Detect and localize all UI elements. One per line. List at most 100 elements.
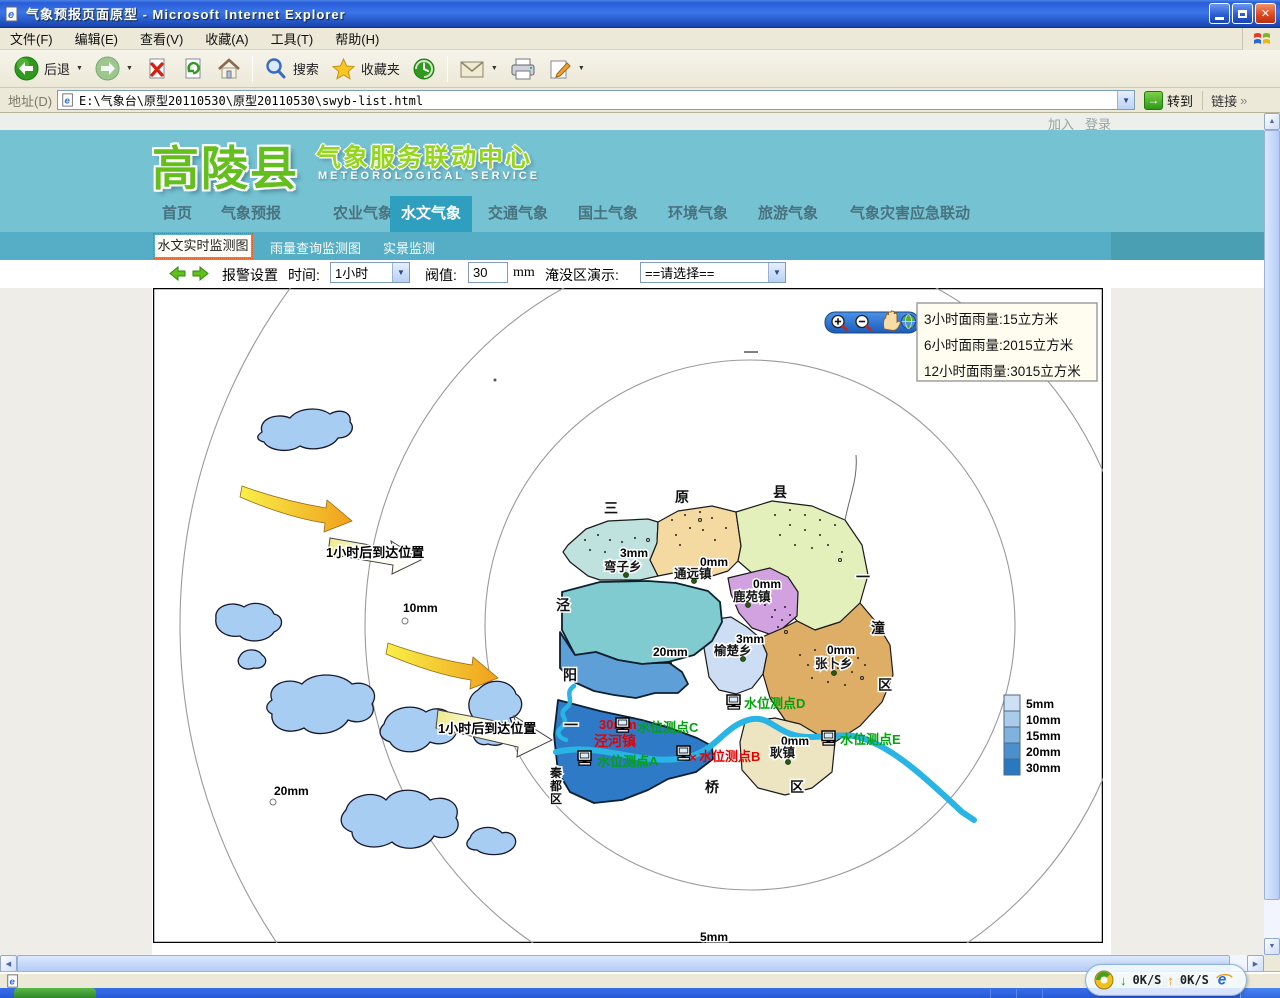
scroll-up-button[interactable]: ▲ [1264, 113, 1280, 130]
address-input[interactable]: e E:\气象台\原型20110530\原型20110530\swyb-list… [57, 90, 1135, 110]
download-speed: 0K/S [1133, 973, 1162, 987]
mail-button[interactable]: ▼ [453, 55, 504, 83]
links-button[interactable]: 链接 » [1202, 91, 1247, 110]
threshold-input[interactable]: 30 [468, 262, 508, 283]
page-ie-icon: e [61, 93, 75, 107]
go-arrow-icon: → [1144, 91, 1163, 110]
threshold-unit: mm [513, 265, 535, 281]
history-button[interactable] [406, 54, 442, 84]
nav-traffic[interactable]: 交通气象 [488, 202, 548, 223]
station-b-alarm-mark: × [689, 750, 697, 765]
nav-tourism[interactable]: 旅游气象 [758, 202, 818, 223]
status-page-icon: e [6, 974, 20, 988]
forward-caret-icon: ▼ [126, 65, 133, 72]
site-logo-en: METEOROLOGICAL SERVICE [318, 170, 540, 182]
scrollbar-corner [1264, 955, 1280, 972]
info-line-12h: 12小时面雨量:3015立方米 [924, 364, 1081, 379]
map-canvas[interactable]: 三 原 县 泾 阳 一 潼 区 一 秦 都 区 桥 区 3mm 弯子乡 0mm … [153, 288, 1103, 943]
area-label: 区 [790, 779, 804, 795]
legend-label: 30mm [1026, 761, 1061, 775]
subnav-rain-query[interactable]: 雨量查询监测图 [270, 238, 361, 257]
scroll-left-button[interactable]: ◀ [0, 955, 17, 972]
menu-help[interactable]: 帮助(H) [335, 29, 379, 48]
site-logo-title: 气象服务联动中心 [316, 138, 532, 174]
svg-text:e: e [8, 9, 14, 21]
horizontal-scroll-thumb[interactable] [17, 955, 1230, 972]
print-button[interactable] [504, 54, 542, 84]
station-a-icon [578, 751, 591, 765]
nav-environment[interactable]: 环境气象 [668, 202, 728, 223]
vertical-scrollbar[interactable]: ▲ ▼ [1264, 113, 1280, 955]
back-button[interactable]: 后退 ▼ [8, 53, 89, 84]
minimize-button[interactable] [1209, 3, 1230, 24]
rain-volume-info-box: 3小时面雨量:15立方米 6小时面雨量:2015立方米 12小时面雨量:3015… [917, 303, 1097, 381]
nav-land[interactable]: 国土气象 [578, 202, 638, 223]
subnav-live-view[interactable]: 实景监测 [383, 238, 435, 257]
start-button[interactable] [14, 988, 96, 998]
next-arrow-button[interactable] [192, 266, 210, 281]
district-name: 鹿苑镇 [733, 589, 771, 604]
info-line-3h: 3小时面雨量:15立方米 [924, 312, 1059, 327]
station-d-label: 水位测点D [744, 696, 805, 711]
scroll-up-icon: ▲ [1269, 118, 1276, 125]
legend-swatch [1004, 695, 1020, 711]
favorites-label: 收藏夹 [361, 59, 400, 78]
area-label: 泾 [556, 597, 570, 613]
station-e-icon [822, 731, 835, 745]
system-tray [1240, 988, 1280, 998]
scroll-right-button[interactable]: ▶ [1247, 955, 1264, 972]
favorites-button[interactable]: 收藏夹 [325, 54, 406, 84]
arrival-label: 1小时后到达位置 [438, 721, 536, 736]
prev-arrow-button[interactable] [168, 266, 186, 281]
stop-button[interactable] [139, 54, 175, 84]
menu-tools[interactable]: 工具(T) [271, 29, 314, 48]
legend-swatch [1004, 759, 1020, 775]
district-name: 耿镇 [770, 745, 796, 760]
forward-button[interactable]: ▼ [89, 53, 139, 84]
nav-hydrology-active[interactable]: 水文气象 [390, 196, 472, 232]
scroll-down-button[interactable]: ▼ [1264, 938, 1280, 955]
windows-logo-icon [1242, 28, 1280, 50]
close-button[interactable]: ✕ [1255, 3, 1276, 24]
vertical-scroll-thumb[interactable] [1264, 130, 1280, 900]
menu-view[interactable]: 查看(V) [140, 29, 183, 48]
flood-select-dropdown-icon: ▼ [768, 263, 785, 282]
upload-arrow-icon: ↑ [1167, 973, 1174, 988]
nav-home[interactable]: 首页 [162, 202, 192, 223]
network-speed-widget[interactable]: ↓ 0K/S ↑ 0K/S e [1085, 964, 1247, 996]
menu-edit[interactable]: 编辑(E) [75, 29, 118, 48]
restore-button[interactable] [1232, 3, 1253, 24]
edit-caret-icon: ▼ [578, 65, 585, 72]
district-name: 弯子乡 [604, 559, 642, 574]
map-nav-toolbar[interactable] [825, 311, 919, 333]
scroll-left-icon: ◀ [6, 960, 11, 968]
menu-file[interactable]: 文件(F) [10, 29, 53, 48]
go-button[interactable]: → 转到 [1140, 90, 1197, 111]
page-margin-left [0, 260, 152, 955]
time-label: 时间: [288, 265, 320, 285]
time-select-dropdown-icon: ▼ [392, 263, 409, 282]
time-select[interactable]: 1小时 ▼ [330, 262, 410, 283]
search-label: 搜索 [293, 59, 319, 78]
rain-value: 0mm [827, 643, 855, 657]
horizontal-scrollbar[interactable]: ◀ ▶ [0, 955, 1264, 972]
search-button[interactable]: 搜索 [258, 54, 325, 84]
scroll-right-icon: ▶ [1253, 960, 1258, 968]
nav-agriculture[interactable]: 农业气象 [333, 202, 393, 223]
area-label: 阳 [563, 667, 577, 683]
address-dropdown-button[interactable]: ▼ [1117, 91, 1134, 109]
home-button[interactable] [211, 54, 247, 84]
legend-swatch [1004, 727, 1020, 743]
refresh-button[interactable] [175, 54, 211, 84]
menu-favorites[interactable]: 收藏(A) [205, 29, 248, 48]
nav-weather-forecast[interactable]: 气象预报 [221, 202, 281, 223]
nav-disaster-emergency[interactable]: 气象灾害应急联动 [850, 202, 970, 223]
area-label: 县 [773, 484, 787, 500]
station-e-label: 水位测点E [840, 732, 901, 747]
flood-demo-select[interactable]: ==请选择== ▼ [640, 262, 786, 283]
edit-button[interactable]: ▼ [542, 54, 591, 84]
refresh-icon [181, 57, 205, 81]
legend-label: 20mm [1026, 745, 1061, 759]
contour-label-20mm: 20mm [653, 645, 688, 659]
subnav-realtime-monitor-active[interactable]: 水文实时监测图 [155, 235, 251, 257]
